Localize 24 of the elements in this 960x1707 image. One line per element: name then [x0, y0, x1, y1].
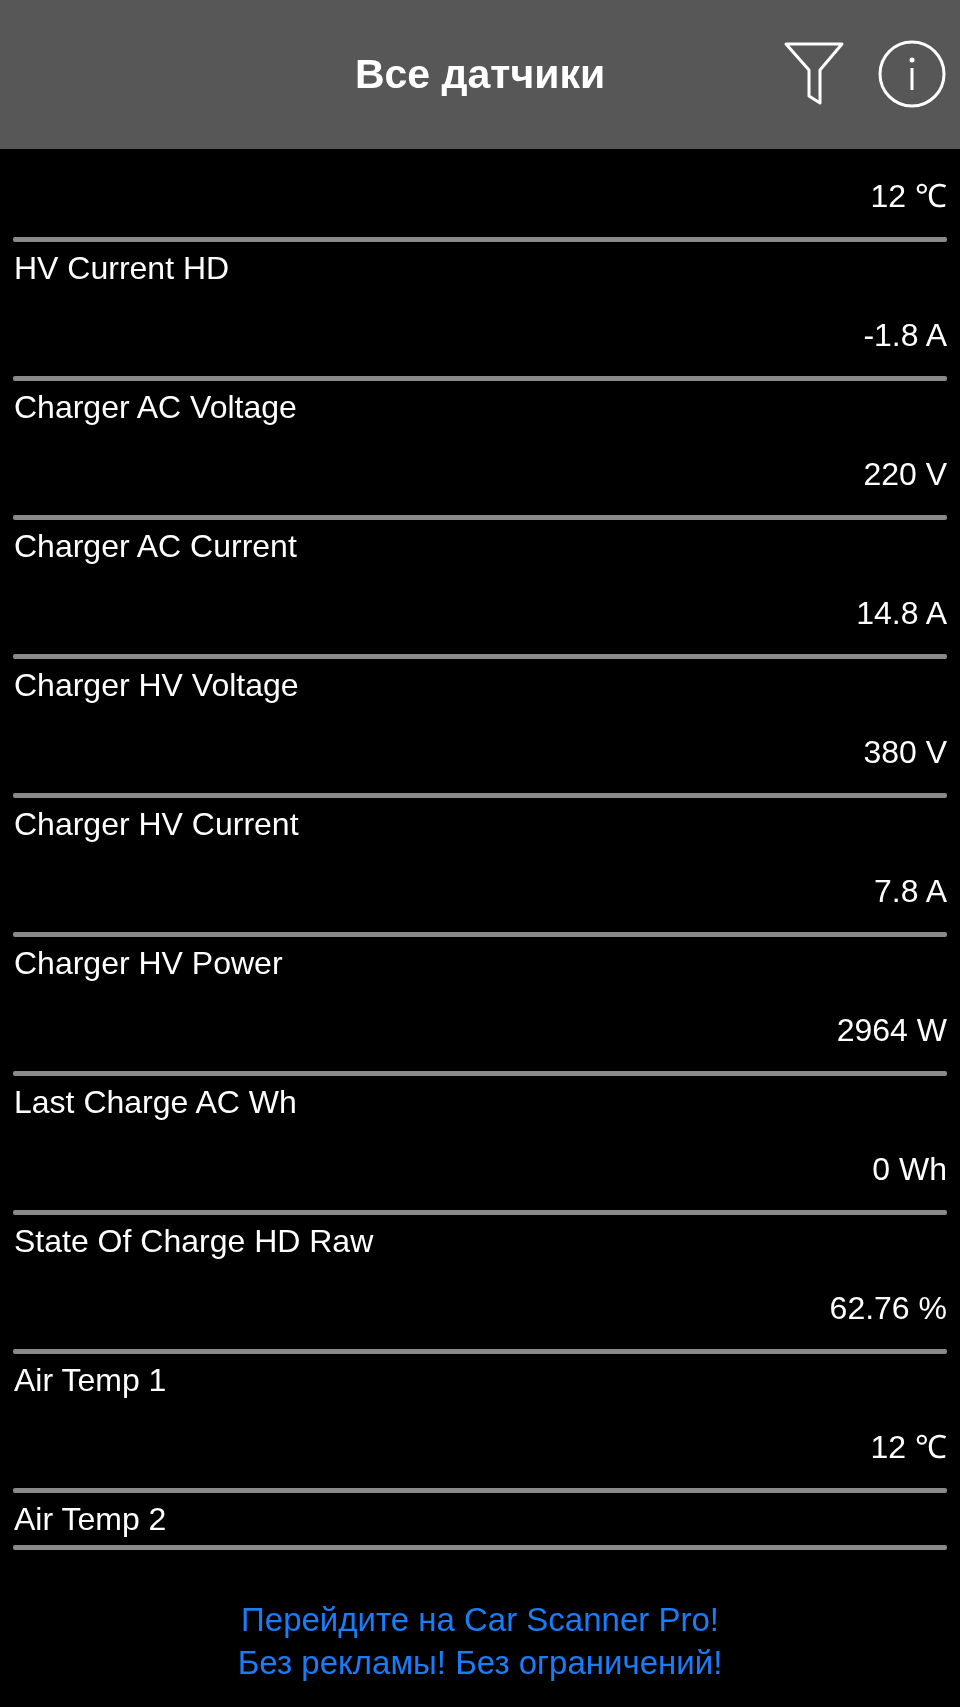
sensor-value: 220 V	[862, 455, 947, 494]
sensor-value: 12 ℃	[869, 1428, 947, 1467]
filter-icon[interactable]	[783, 40, 845, 106]
sensor-value: 12 ℃	[869, 177, 947, 216]
sensor-name: Charger HV Voltage	[13, 666, 300, 705]
sensor-name: Charger AC Voltage	[13, 388, 298, 427]
info-icon[interactable]	[878, 40, 946, 108]
sensor-name: Air Temp 1	[13, 1361, 168, 1400]
sensor-name: Charger AC Current	[13, 527, 298, 566]
sensor-value: 2964 W	[835, 1011, 947, 1050]
sensor-value: 7.8 A	[873, 872, 947, 911]
sensor-value: 380 V	[862, 733, 947, 772]
sensor-name: Charger HV Current	[13, 805, 300, 844]
sensor-value: -1.8 A	[862, 316, 947, 355]
sensor-name: Last Charge AC Wh	[13, 1083, 298, 1122]
screen-title: Все датчики	[354, 51, 606, 98]
sensor-value: 14.8 A	[855, 594, 947, 633]
sensor-value: 0 Wh	[871, 1150, 947, 1189]
sensor-name: Charger HV Power	[13, 944, 284, 983]
sensor-name: State Of Charge HD Raw	[13, 1222, 375, 1261]
promo-banner[interactable]: Перейдите на Car Scanner Pro! Без рекламы! Без ограничений!	[0, 1575, 960, 1707]
sensor-value: 62.76 %	[828, 1289, 947, 1328]
sensor-name: Air Temp 2	[13, 1500, 168, 1539]
sensor-name: HV Current HD	[13, 249, 231, 288]
